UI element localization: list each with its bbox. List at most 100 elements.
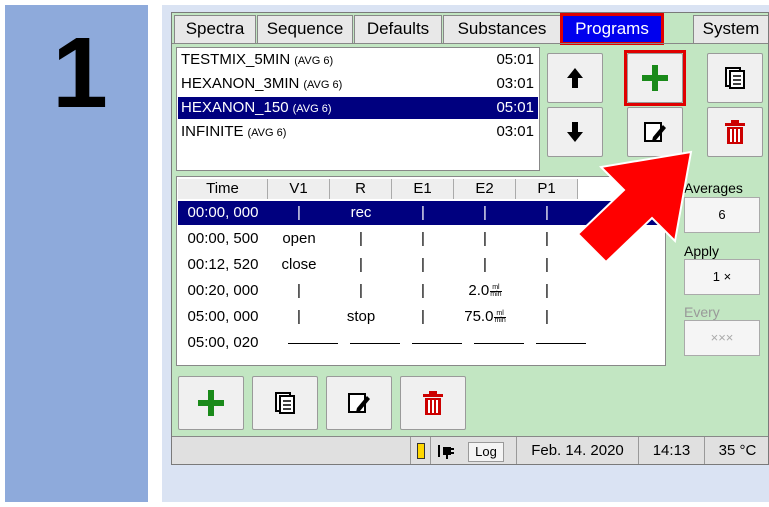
move-program-up-button[interactable] bbox=[547, 53, 603, 103]
end-line bbox=[288, 343, 338, 344]
table-row[interactable]: 00:20, 000 | | | 2.0 ml min | bbox=[178, 279, 664, 303]
every-field[interactable]: ××× bbox=[684, 320, 760, 356]
battery-icon bbox=[416, 443, 425, 459]
cell-time: 05:00, 020 bbox=[187, 334, 259, 351]
edit-icon bbox=[644, 122, 666, 142]
table-row[interactable]: 00:12, 520 close | | | | bbox=[178, 253, 664, 277]
column-header-p1: P1 bbox=[516, 179, 578, 199]
program-name: TESTMIX_5MIN bbox=[181, 51, 291, 68]
program-list-item[interactable]: INFINITE (AVG 6) 03:01 bbox=[178, 121, 538, 143]
end-line bbox=[350, 343, 400, 344]
tab-defaults[interactable]: Defaults bbox=[354, 15, 442, 43]
edit-icon bbox=[348, 393, 370, 413]
cell-r: | bbox=[359, 256, 363, 273]
cell-e2: | bbox=[483, 204, 487, 221]
program-avg: (AVG 6) bbox=[292, 103, 332, 115]
averages-field[interactable]: 6 bbox=[684, 197, 760, 233]
plus-icon bbox=[198, 390, 224, 416]
cell-time: 00:00, 500 bbox=[187, 230, 259, 247]
end-line bbox=[474, 343, 524, 344]
delete-step-button[interactable] bbox=[400, 376, 466, 430]
table-row-selected[interactable]: 00:00, 000 | rec | | | bbox=[178, 201, 664, 225]
cell-r: stop bbox=[346, 308, 376, 325]
delete-program-button[interactable] bbox=[707, 107, 763, 157]
end-line bbox=[412, 343, 462, 344]
program-steps-table[interactable]: Time V1 R E1 E2 P1 00:00, 000 | rec | | … bbox=[176, 176, 666, 366]
program-name: HEXANON_3MIN bbox=[181, 75, 300, 92]
move-program-down-button[interactable] bbox=[547, 107, 603, 157]
battery-indicator bbox=[410, 437, 430, 464]
tab-spectra[interactable]: Spectra bbox=[174, 15, 256, 43]
program-name: HEXANON_150 bbox=[181, 99, 289, 116]
program-list[interactable]: TESTMIX_5MIN (AVG 6) 05:01 HEXANON_3MIN (A… bbox=[176, 47, 540, 171]
status-date: Feb. 14. 2020 bbox=[516, 437, 638, 464]
log-button[interactable]: Log bbox=[468, 442, 504, 462]
program-list-item[interactable]: HEXANON_3MIN (AVG 6) 03:01 bbox=[178, 73, 538, 95]
copy-step-button[interactable] bbox=[252, 376, 318, 430]
instrument-app-window: Spectra Sequence Defaults Substances Pro… bbox=[171, 12, 769, 465]
flow-unit: ml min bbox=[494, 309, 506, 324]
cell-e2: | bbox=[483, 230, 487, 247]
step-panel: 1 bbox=[5, 5, 148, 502]
program-duration: 05:01 bbox=[496, 51, 534, 68]
tab-system[interactable]: System bbox=[693, 15, 768, 43]
status-bar: Log Feb. 14. 2020 14:13 35 °C bbox=[172, 436, 768, 464]
column-header-time: Time bbox=[178, 179, 268, 199]
cell-e2: | bbox=[483, 256, 487, 273]
cell-r: | bbox=[359, 230, 363, 247]
tab-bar-divider bbox=[172, 43, 768, 44]
status-time: 14:13 bbox=[638, 437, 704, 464]
cell-time: 00:20, 000 bbox=[187, 282, 259, 299]
cell-e2: 75.0 ml min bbox=[454, 305, 516, 329]
cell-v1: | bbox=[297, 204, 301, 221]
cell-e1: | bbox=[421, 308, 425, 325]
program-list-item[interactable]: TESTMIX_5MIN (AVG 6) 05:01 bbox=[178, 49, 538, 71]
flow-value: 75.0 bbox=[464, 308, 494, 325]
cell-e1: | bbox=[421, 282, 425, 299]
cell-v1: close bbox=[281, 256, 317, 273]
cell-time: 05:00, 000 bbox=[187, 308, 259, 325]
end-line bbox=[536, 343, 586, 344]
column-header-e2: E2 bbox=[454, 179, 516, 199]
add-button-highlight bbox=[624, 50, 686, 106]
cell-r: rec bbox=[350, 204, 372, 221]
program-avg: (AVG 6) bbox=[294, 55, 334, 67]
program-list-item-selected[interactable]: HEXANON_150 (AVG 6) 05:01 bbox=[178, 97, 538, 119]
cell-v1: | bbox=[297, 282, 301, 299]
arrow-down-icon bbox=[567, 122, 583, 142]
every-label: Every bbox=[684, 304, 720, 320]
flow-unit: ml min bbox=[490, 283, 502, 298]
program-avg: (AVG 6) bbox=[247, 127, 287, 139]
column-header-e1: E1 bbox=[392, 179, 454, 199]
column-header-v1: V1 bbox=[268, 179, 330, 199]
program-duration: 05:01 bbox=[496, 99, 534, 116]
copy-icon bbox=[725, 67, 745, 89]
trash-icon bbox=[725, 120, 745, 144]
cell-e1: | bbox=[421, 204, 425, 221]
table-row[interactable]: 05:00, 000 | stop | 75.0 ml min | bbox=[178, 305, 664, 329]
tab-substances[interactable]: Substances bbox=[443, 15, 561, 43]
cell-e1: | bbox=[421, 230, 425, 247]
edit-step-button[interactable] bbox=[326, 376, 392, 430]
tab-sequence[interactable]: Sequence bbox=[257, 15, 353, 43]
column-header-r: R bbox=[330, 179, 392, 199]
trash-icon bbox=[423, 391, 443, 415]
table-row[interactable]: 00:00, 500 open | | | | bbox=[178, 227, 664, 251]
arrow-up-icon bbox=[567, 68, 583, 88]
plug-icon bbox=[437, 445, 454, 459]
edit-program-button[interactable] bbox=[627, 107, 683, 157]
apply-field[interactable]: 1 × bbox=[684, 259, 760, 295]
cell-r: | bbox=[359, 282, 363, 299]
table-row-end[interactable]: 05:00, 020 bbox=[178, 331, 664, 355]
program-avg: (AVG 6) bbox=[303, 79, 343, 91]
tab-programs[interactable]: Programs bbox=[560, 13, 664, 45]
averages-label: Averages bbox=[684, 180, 743, 196]
cell-p1: | bbox=[545, 204, 549, 221]
add-step-button[interactable] bbox=[178, 376, 244, 430]
copy-icon bbox=[275, 392, 295, 414]
cell-p1: | bbox=[545, 282, 549, 299]
cell-p1: | bbox=[545, 230, 549, 247]
copy-program-button[interactable] bbox=[707, 53, 763, 103]
cell-time: 00:12, 520 bbox=[187, 256, 259, 273]
cell-e2: 2.0 ml min bbox=[454, 279, 516, 303]
